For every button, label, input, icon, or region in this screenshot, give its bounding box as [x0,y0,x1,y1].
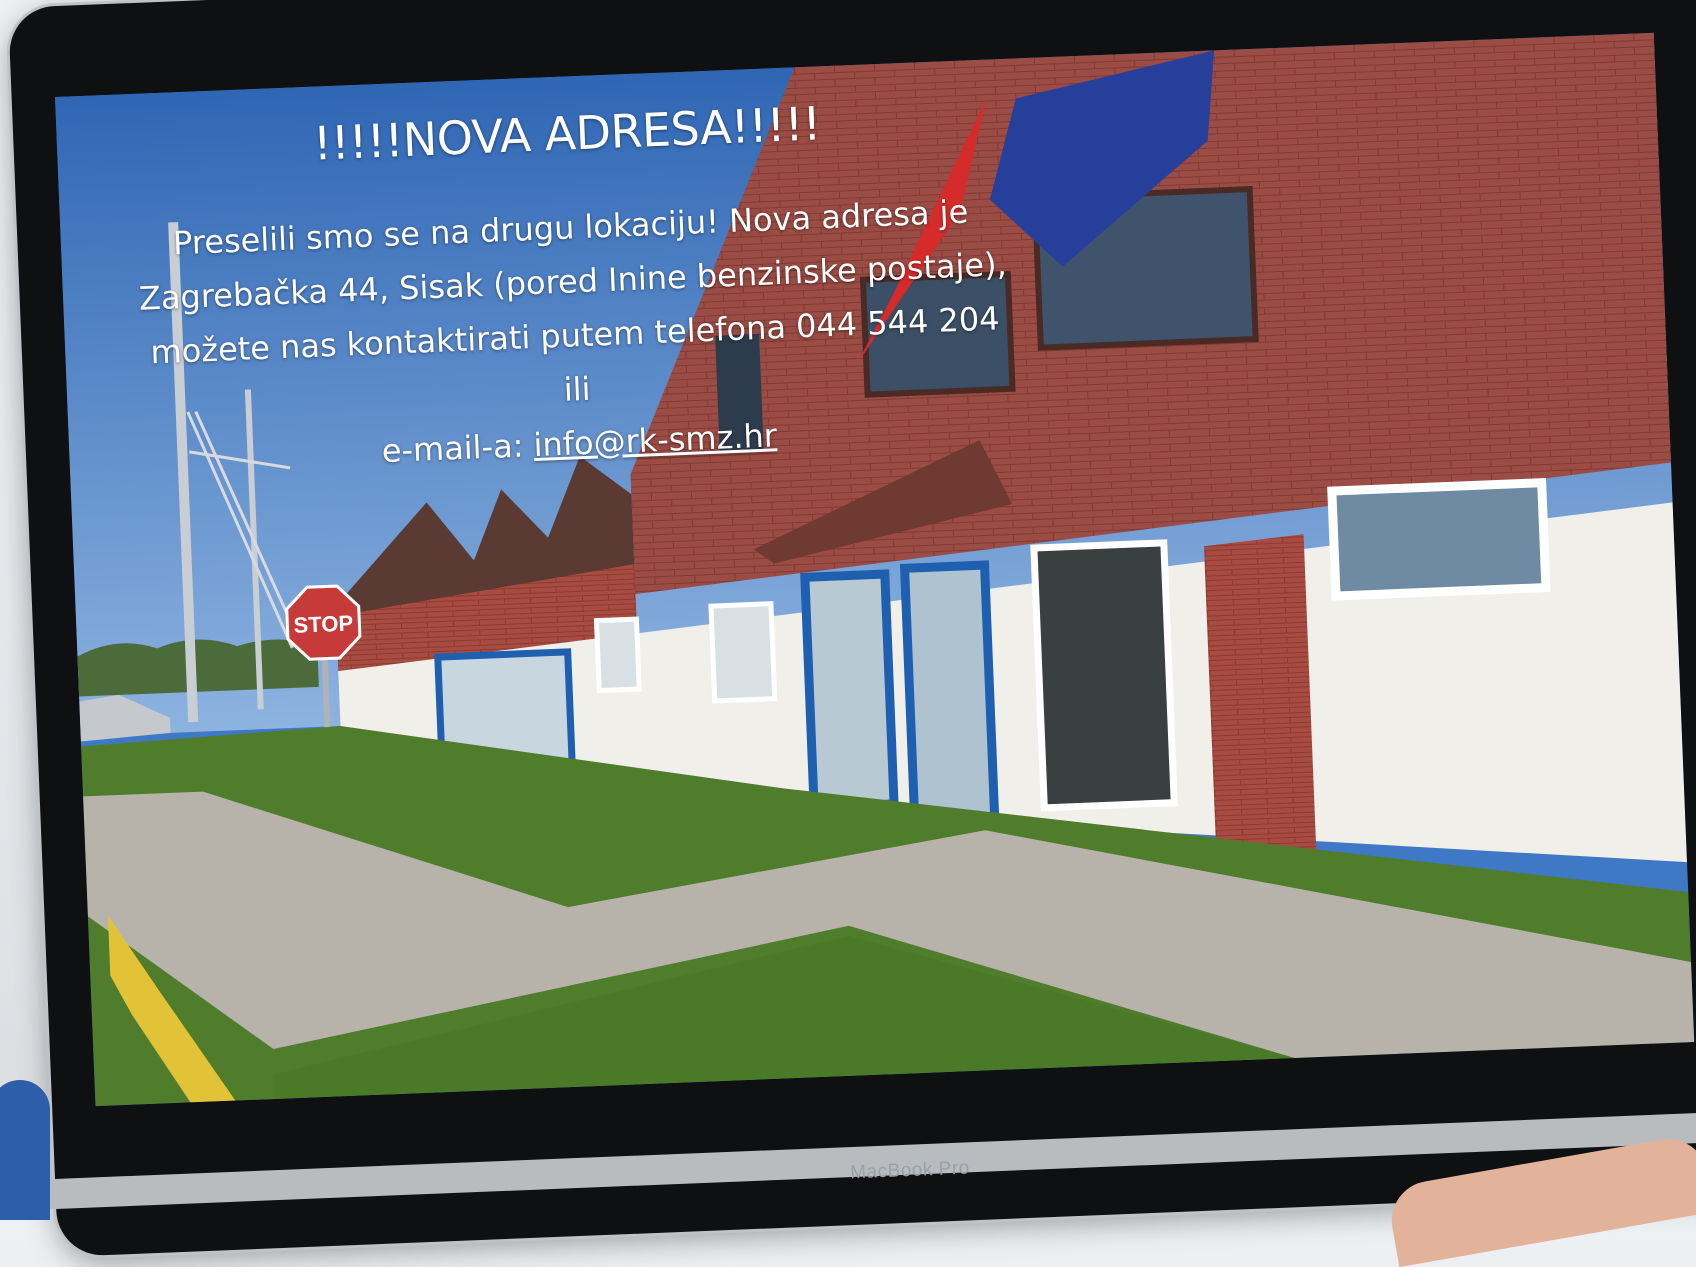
lower-window [593,616,642,694]
announcement-body: Preselili smo se na drugu lokaciju! Nova… [138,192,1008,409]
brick-pillar [1203,534,1317,857]
lower-window [1030,539,1178,812]
lower-window [708,601,778,704]
stop-sign-text: STOP [293,610,353,637]
entrance-door [899,560,1000,828]
announcement-text: Preselili smo se na drugu lokaciju! Nova… [120,182,1030,488]
email-link[interactable]: info@rk-smz.hr [533,416,778,464]
person-sleeve [0,1080,50,1220]
entrance-door [800,569,899,812]
email-prefix: e-mail-a: [381,426,535,471]
lower-window [1327,477,1551,601]
laptop-screen: STOP !!!!!NOVA ADRESA!!!!! Preselili smo… [55,32,1695,1107]
announcement-overlay: !!!!!NOVA ADRESA!!!!! Preselili smo se n… [116,88,1030,488]
laptop-mockup: STOP !!!!!NOVA ADRESA!!!!! Preselili smo… [0,0,1696,1267]
